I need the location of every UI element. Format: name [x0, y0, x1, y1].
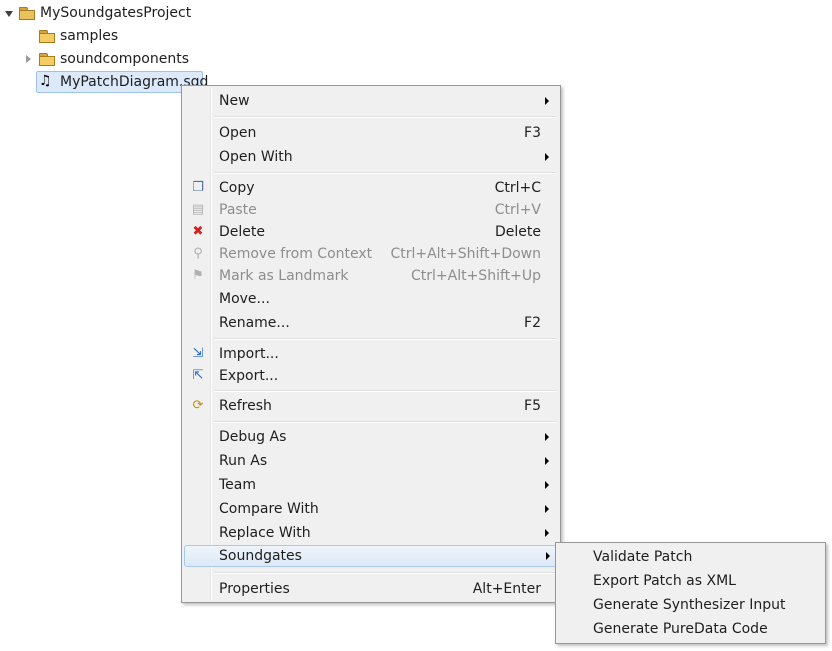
menu-item-shortcut: Ctrl+Alt+Shift+Up: [410, 268, 541, 284]
copy-icon: ❐: [192, 180, 204, 195]
delete-icon: ✖: [192, 224, 204, 239]
menu-item-run-as[interactable]: Run As: [184, 450, 558, 472]
menu-item-label: Move...: [219, 291, 270, 307]
tree-item-label: samples: [60, 28, 119, 44]
menu-item-rename[interactable]: Rename... F2: [184, 312, 558, 334]
export-icon: ⇱: [192, 368, 204, 383]
menu-item-debug-as[interactable]: Debug As: [184, 426, 558, 448]
menu-item-open-with[interactable]: Open With: [184, 146, 558, 168]
submenu-arrow-icon: [545, 433, 549, 441]
menu-item-label: Export...: [219, 368, 279, 384]
menu-item-label: Debug As: [219, 429, 287, 445]
tree-item-project[interactable]: MySoundgatesProject: [0, 2, 200, 24]
menu-item-remove-from-context: ⚲ Remove from Context Ctrl+Alt+Shift+Dow…: [184, 243, 558, 265]
submenu-arrow-icon: [546, 552, 550, 560]
menu-item-label: Soundgates: [219, 548, 302, 564]
menu-separator: [214, 572, 557, 574]
menu-separator: [214, 172, 557, 174]
tree-item-samples[interactable]: samples: [0, 25, 200, 47]
menu-item-label: Properties: [219, 581, 290, 597]
menu-item-shortcut: Ctrl+V: [494, 202, 541, 218]
tree-item-soundcomponents[interactable]: soundcomponents: [0, 48, 200, 70]
folder-icon: [39, 53, 55, 66]
menu-item-refresh[interactable]: ⟳ Refresh F5: [184, 395, 558, 417]
menu-item-label: Generate Synthesizer Input: [593, 597, 786, 613]
menu-item-shortcut: F3: [524, 125, 541, 141]
remove-context-icon: ⚲: [193, 246, 203, 261]
submenu-arrow-icon: [545, 481, 549, 489]
menu-item-label: Team: [219, 477, 257, 493]
context-menu: New Open F3 Open With ❐ Copy Ctrl+C ▤ Pa…: [181, 85, 561, 603]
submenu-arrow-icon: [545, 457, 549, 465]
menu-item-mark-as-landmark: ⚑ Mark as Landmark Ctrl+Alt+Shift+Up: [184, 265, 558, 287]
menu-item-label: Remove from Context: [219, 246, 373, 262]
paste-icon: ▤: [191, 202, 205, 217]
tree-item-patch-diagram[interactable]: ♫ MyPatchDiagram.sgd: [0, 71, 208, 93]
tree-item-label: MySoundgatesProject: [40, 5, 192, 21]
menu-item-shortcut: F5: [524, 398, 541, 414]
landmark-icon: ⚑: [192, 268, 204, 283]
menu-item-copy[interactable]: ❐ Copy Ctrl+C: [184, 177, 558, 199]
menu-separator: [214, 116, 557, 118]
menu-item-shortcut: Alt+Enter: [472, 581, 541, 597]
menu-item-label: Mark as Landmark: [219, 268, 349, 284]
submenu-arrow-icon: [545, 97, 549, 105]
submenu-arrow-icon: [545, 529, 549, 537]
menu-item-label: Validate Patch: [593, 549, 693, 565]
soundgates-submenu: Validate Patch Export Patch as XML Gener…: [555, 542, 826, 644]
menu-item-label: Import...: [219, 346, 279, 362]
collapse-arrow-icon[interactable]: [26, 55, 31, 63]
menu-item-label: Open With: [219, 149, 293, 165]
menu-item-team[interactable]: Team: [184, 474, 558, 496]
menu-item-import[interactable]: ⇲ Import...: [184, 343, 558, 365]
menu-item-compare-with[interactable]: Compare With: [184, 498, 558, 520]
menu-item-label: Delete: [219, 224, 265, 240]
menu-separator: [214, 390, 557, 392]
menu-item-label: Replace With: [219, 525, 311, 541]
menu-item-soundgates[interactable]: Soundgates: [184, 545, 560, 567]
menu-item-shortcut: F2: [524, 315, 541, 331]
menu-item-label: Open: [219, 125, 257, 141]
refresh-icon: ⟳: [192, 398, 204, 413]
menu-item-properties[interactable]: Properties Alt+Enter: [184, 578, 558, 600]
menu-item-label: Copy: [219, 180, 255, 196]
submenu-arrow-icon: [545, 153, 549, 161]
menu-item-label: Refresh: [219, 398, 272, 414]
menu-item-label: Paste: [219, 202, 257, 218]
music-note-icon: ♫: [39, 73, 52, 89]
submenu-arrow-icon: [545, 505, 549, 513]
menu-item-label: Run As: [219, 453, 268, 469]
menu-item-move[interactable]: Move...: [184, 288, 558, 310]
menu-item-export[interactable]: ⇱ Export...: [184, 365, 558, 387]
menu-item-label: Generate PureData Code: [593, 621, 768, 637]
menu-separator: [214, 338, 557, 340]
project-folder-icon: [19, 7, 35, 20]
menu-separator: [214, 421, 557, 423]
menu-item-open[interactable]: Open F3: [184, 122, 558, 144]
menu-item-delete[interactable]: ✖ Delete Delete: [184, 221, 558, 243]
folder-icon: [39, 30, 55, 43]
menu-item-label: Compare With: [219, 501, 319, 517]
menu-item-label: Rename...: [219, 315, 290, 331]
tree-item-label: soundcomponents: [60, 51, 189, 67]
expand-arrow-icon[interactable]: [5, 11, 13, 17]
menu-item-label: Export Patch as XML: [593, 573, 736, 589]
menu-item-generate-synthesizer-input[interactable]: Generate Synthesizer Input: [558, 594, 823, 616]
import-icon: ⇲: [192, 346, 204, 361]
menu-item-shortcut: Delete: [495, 224, 541, 240]
menu-item-shortcut: Ctrl+Alt+Shift+Down: [390, 246, 541, 262]
menu-item-generate-puredata-code[interactable]: Generate PureData Code: [558, 618, 823, 640]
menu-item-shortcut: Ctrl+C: [494, 180, 541, 196]
menu-item-new[interactable]: New: [184, 90, 558, 112]
menu-item-label: New: [219, 93, 250, 109]
menu-item-export-patch-xml[interactable]: Export Patch as XML: [558, 570, 823, 592]
menu-item-validate-patch[interactable]: Validate Patch: [558, 546, 823, 568]
menu-item-replace-with[interactable]: Replace With: [184, 522, 558, 544]
menu-item-paste: ▤ Paste Ctrl+V: [184, 199, 558, 221]
